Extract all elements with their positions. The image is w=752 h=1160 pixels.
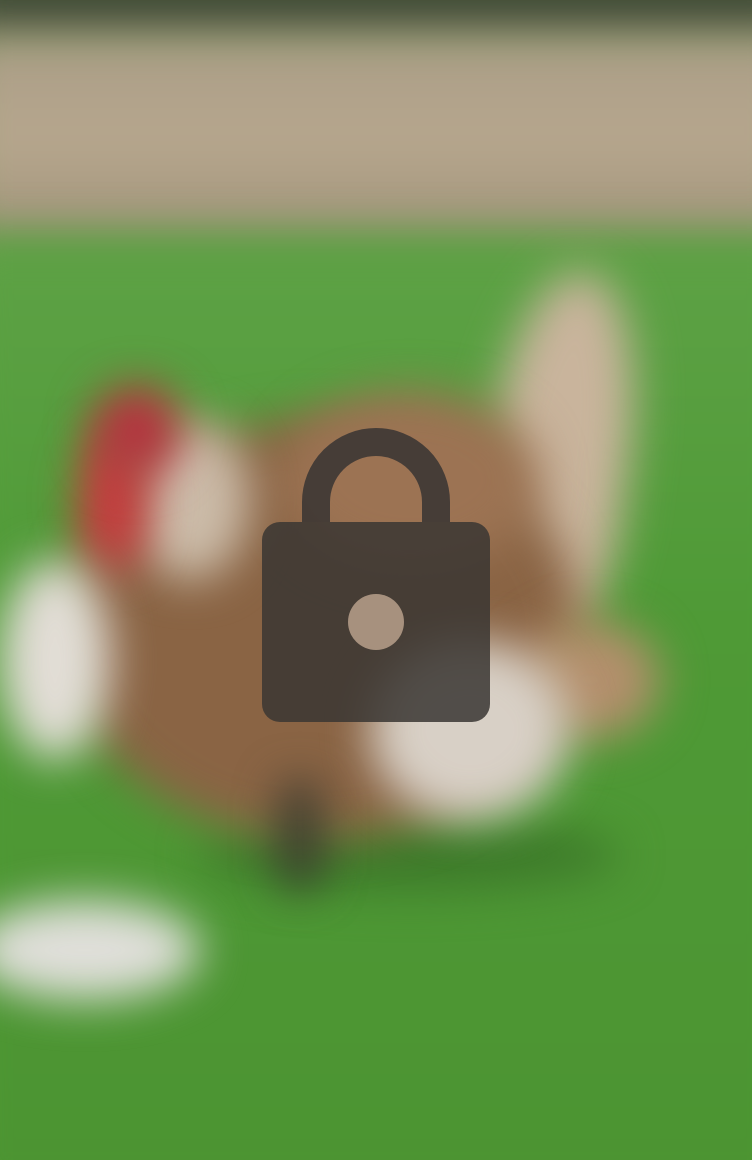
photo-region [0,560,110,760]
photo-region [280,780,320,890]
photo-region [0,30,752,250]
locked-content-screen [0,0,752,1160]
photo-region [92,385,182,475]
lock-icon[interactable] [262,422,490,722]
